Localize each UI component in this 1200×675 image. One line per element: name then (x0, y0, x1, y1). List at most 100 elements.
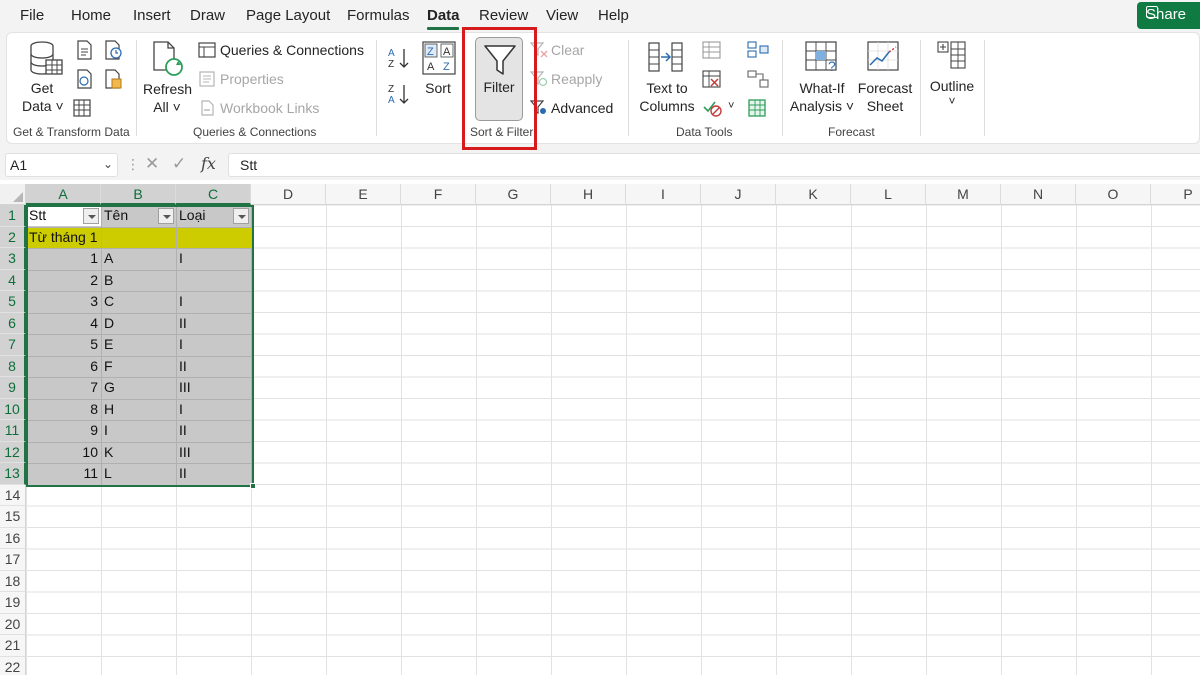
tab-data[interactable]: Data (427, 7, 460, 24)
sort-ascending-icon[interactable]: A Z (387, 46, 411, 70)
column-header-e[interactable]: E (326, 184, 401, 205)
row-header-6[interactable]: 6 (0, 312, 26, 334)
row-header-1[interactable]: 1 (0, 205, 26, 227)
header-cell[interactable]: Loại (179, 205, 205, 227)
properties-button[interactable]: Properties (220, 71, 284, 87)
row-header-12[interactable]: 12 (0, 441, 26, 463)
outline-button[interactable]: Outline ˅ (926, 77, 978, 107)
remove-duplicates-icon[interactable] (702, 70, 722, 88)
header-cell[interactable]: Tên (104, 205, 128, 227)
row-header-16[interactable]: 16 (0, 527, 26, 549)
row-header-9[interactable]: 9 (0, 377, 26, 399)
column-header-l[interactable]: L (851, 184, 926, 205)
recent-sources-icon[interactable] (103, 40, 123, 60)
stt-cell[interactable]: 6 (26, 356, 98, 378)
name-box-dropdown-icon[interactable]: ⌄ (103, 157, 113, 171)
ten-cell[interactable]: B (104, 270, 113, 292)
column-header-m[interactable]: M (926, 184, 1001, 205)
get-data-button[interactable]: Get Data ˅ (22, 79, 64, 115)
stt-cell[interactable]: 11 (26, 463, 98, 485)
ten-cell[interactable]: A (104, 248, 113, 270)
loai-cell[interactable]: II (179, 420, 187, 442)
section-row-cell[interactable]: Từ tháng 1 (29, 227, 98, 249)
tab-view[interactable]: View (546, 7, 578, 24)
column-header-o[interactable]: O (1076, 184, 1151, 205)
advanced-button[interactable]: Advanced (551, 100, 613, 116)
column-header-f[interactable]: F (401, 184, 476, 205)
ten-cell[interactable]: H (104, 399, 114, 421)
confirm-entry-icon[interactable]: ✓ (172, 154, 186, 174)
data-validation-dropdown-icon[interactable]: ˅ (728, 100, 734, 112)
row-header-15[interactable]: 15 (0, 506, 26, 528)
insert-function-icon[interactable]: fx (201, 154, 216, 173)
ten-cell[interactable]: L (104, 463, 112, 485)
loai-cell[interactable]: II (179, 356, 187, 378)
row-header-17[interactable]: 17 (0, 549, 26, 571)
reapply-button[interactable]: Reapply (551, 71, 602, 87)
tab-home[interactable]: Home (71, 7, 111, 24)
data-model-icon[interactable] (747, 99, 769, 117)
stt-cell[interactable]: 1 (26, 248, 98, 270)
stt-cell[interactable]: 8 (26, 399, 98, 421)
forecast-sheet-button[interactable]: Forecast Sheet (857, 79, 913, 115)
what-if-analysis-button[interactable]: What-If Analysis ˅ (789, 79, 855, 115)
share-button[interactable]: Share (1137, 2, 1200, 29)
column-header-g[interactable]: G (476, 184, 551, 205)
tab-insert[interactable]: Insert (133, 7, 171, 24)
ten-cell[interactable]: F (104, 356, 113, 378)
tab-file[interactable]: File (20, 7, 44, 24)
row-header-2[interactable]: 2 (0, 226, 26, 248)
column-header-j[interactable]: J (701, 184, 776, 205)
loai-cell[interactable]: I (179, 248, 183, 270)
cancel-entry-icon[interactable]: ✕ (145, 154, 159, 174)
tab-draw[interactable]: Draw (190, 7, 225, 24)
row-header-5[interactable]: 5 (0, 291, 26, 313)
row-header-4[interactable]: 4 (0, 269, 26, 291)
more-options-icon[interactable]: ⋮ (126, 156, 140, 173)
data-validation-icon[interactable] (702, 99, 724, 117)
row-header-3[interactable]: 3 (0, 248, 26, 270)
loai-cell[interactable]: I (179, 291, 183, 313)
filter-dropdown-icon[interactable] (233, 208, 249, 224)
existing-connections-icon[interactable] (103, 69, 123, 89)
row-header-13[interactable]: 13 (0, 463, 26, 485)
loai-cell[interactable]: I (179, 334, 183, 356)
row-header-7[interactable]: 7 (0, 334, 26, 356)
stt-cell[interactable]: 3 (26, 291, 98, 313)
fill-handle[interactable] (250, 483, 256, 489)
row-header-22[interactable]: 22 (0, 656, 26, 675)
row-header-14[interactable]: 14 (0, 484, 26, 506)
column-header-h[interactable]: H (551, 184, 626, 205)
sort-descending-icon[interactable]: Z A (387, 82, 411, 106)
stt-cell[interactable]: 10 (26, 442, 98, 464)
tab-page-layout[interactable]: Page Layout (246, 7, 330, 24)
row-header-10[interactable]: 10 (0, 398, 26, 420)
tab-help[interactable]: Help (598, 7, 629, 24)
sort-button[interactable]: Sort (418, 79, 458, 97)
column-header-n[interactable]: N (1001, 184, 1076, 205)
stt-cell[interactable]: 9 (26, 420, 98, 442)
formula-input[interactable]: Stt (228, 153, 1200, 177)
tab-formulas[interactable]: Formulas (347, 7, 410, 24)
column-header-d[interactable]: D (251, 184, 326, 205)
column-header-c[interactable]: C (176, 184, 251, 205)
from-web-icon[interactable] (74, 69, 94, 89)
text-to-columns-button[interactable]: Text to Columns (638, 79, 696, 115)
ten-cell[interactable]: I (104, 420, 108, 442)
queries-connections-button[interactable]: Queries & Connections (220, 42, 364, 58)
column-header-k[interactable]: K (776, 184, 851, 205)
row-header-18[interactable]: 18 (0, 570, 26, 592)
ten-cell[interactable]: K (104, 442, 113, 464)
header-cell[interactable]: Stt (29, 205, 46, 227)
stt-cell[interactable]: 4 (26, 313, 98, 335)
stt-cell[interactable]: 5 (26, 334, 98, 356)
ten-cell[interactable]: C (104, 291, 114, 313)
select-all-corner[interactable] (0, 184, 26, 205)
filter-dropdown-icon[interactable] (83, 208, 99, 224)
column-header-a[interactable]: A (26, 184, 101, 205)
workbook-links-button[interactable]: Workbook Links (220, 100, 319, 116)
column-header-p[interactable]: P (1151, 184, 1200, 205)
consolidate-icon[interactable] (747, 41, 769, 59)
flash-fill-icon[interactable] (702, 41, 722, 59)
ten-cell[interactable]: G (104, 377, 115, 399)
